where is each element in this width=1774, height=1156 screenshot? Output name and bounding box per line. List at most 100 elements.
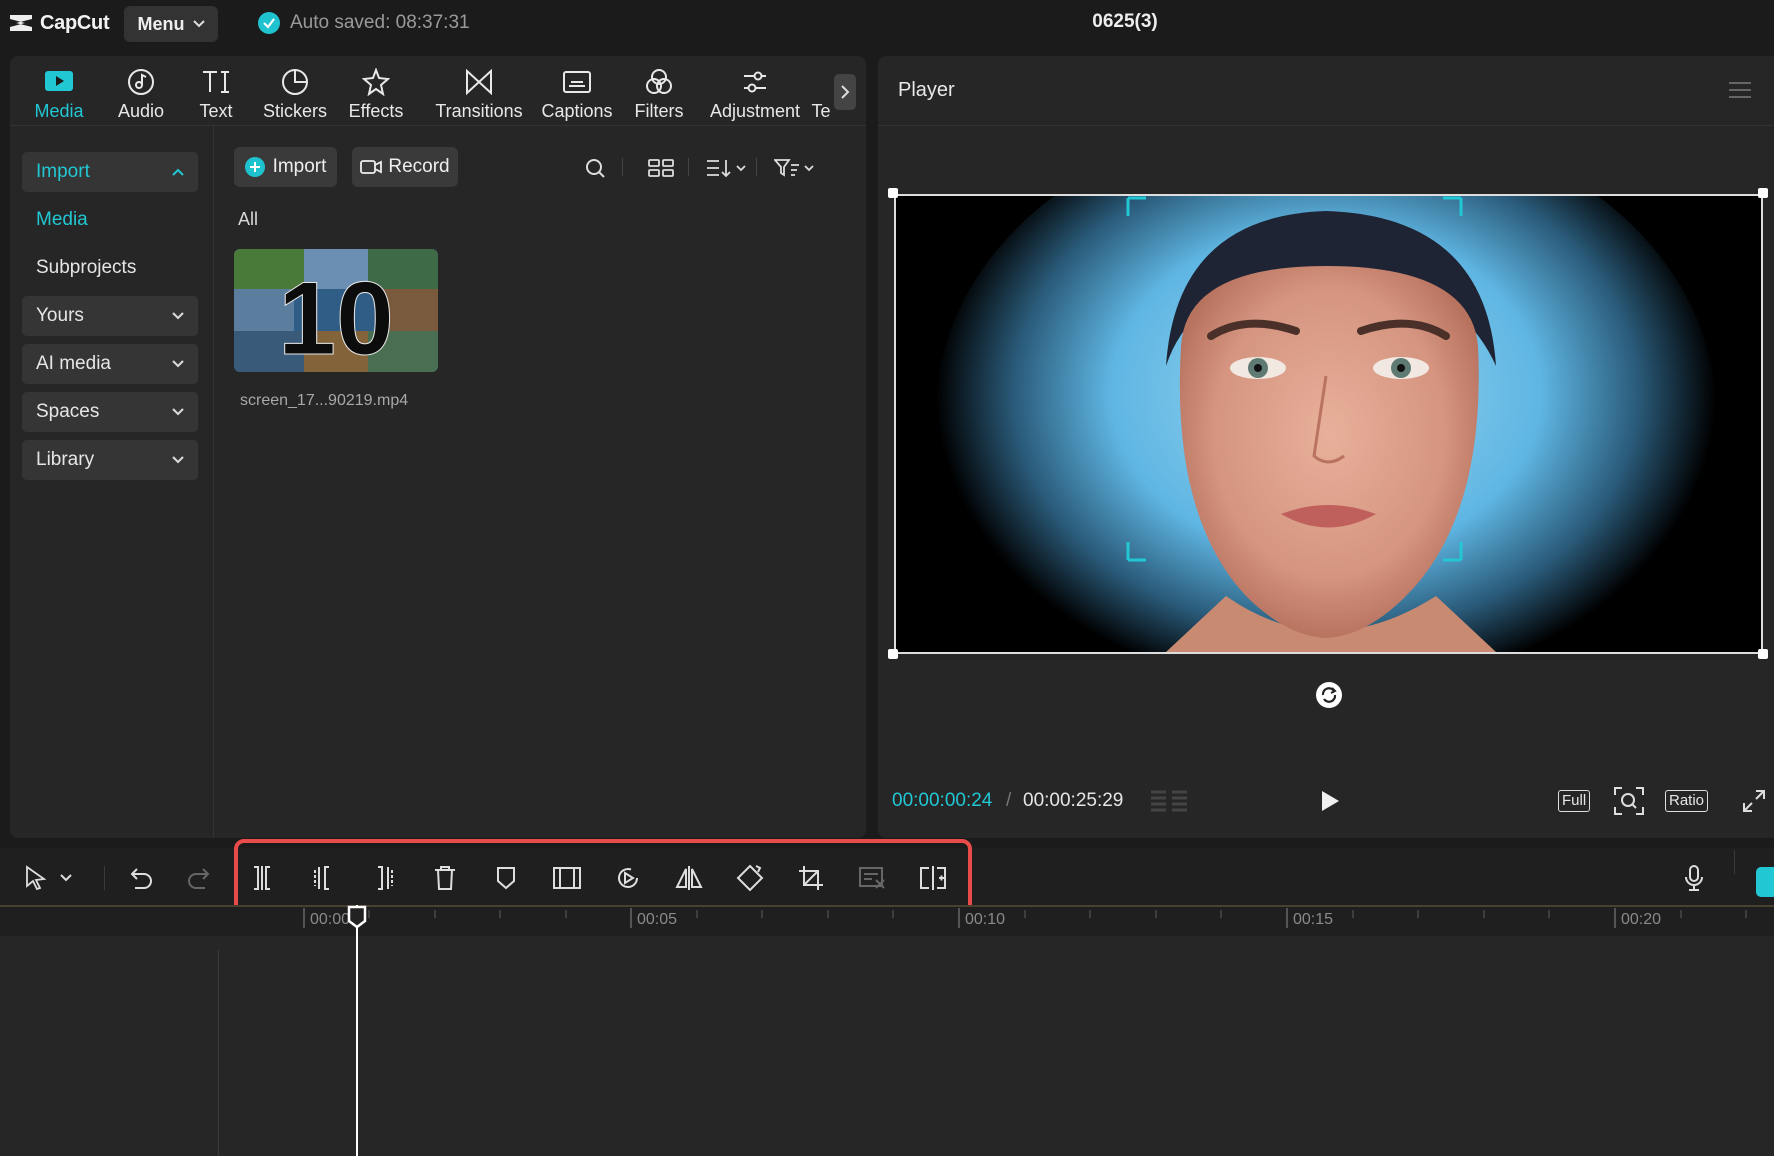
text-icon [203, 71, 229, 93]
preview-video-frame [896, 196, 1761, 652]
preview-canvas[interactable] [894, 194, 1763, 654]
full-quality-button[interactable]: Full [1558, 788, 1591, 814]
fullscreen-button[interactable] [1742, 788, 1766, 814]
tab-adjustment[interactable]: Adjustment [700, 64, 810, 122]
tab-audio[interactable]: Audio [106, 64, 176, 122]
sidebar-item-label: Subprojects [36, 257, 137, 278]
tab-transitions[interactable]: Transitions [430, 64, 528, 122]
sidebar-item-library[interactable]: Library [22, 440, 198, 480]
transitions-icon [466, 69, 492, 95]
resize-handle-bottom-right[interactable] [1758, 649, 1768, 659]
tab-effects[interactable]: Effects [344, 64, 408, 122]
timecode-mode-button[interactable] [1150, 788, 1188, 814]
autosave-status: Auto saved: 08:37:31 [258, 11, 470, 35]
player-header [878, 56, 1774, 126]
play-button[interactable] [1320, 790, 1340, 812]
grid-view-icon [648, 159, 674, 177]
tab-captions[interactable]: Captions [534, 64, 620, 122]
divider [622, 158, 623, 176]
autosave-text: Auto saved: 08:37:31 [290, 12, 470, 33]
plus-icon [244, 157, 265, 177]
redo-icon [188, 868, 210, 889]
tab-label: Transitions [435, 101, 523, 121]
sidebar-item-subprojects[interactable]: Subprojects [22, 248, 198, 288]
player-menu-button[interactable] [1728, 80, 1752, 100]
tab-label: Audio [117, 101, 165, 121]
audio-icon [128, 69, 154, 95]
ruler-label: 00:05 [637, 911, 678, 928]
filters-icon [646, 69, 672, 94]
tab-truncated[interactable]: Te [810, 64, 832, 122]
sidebar-item-label: Spaces [36, 401, 100, 422]
tab-label: Filters [634, 101, 684, 121]
current-timecode: 00:00:00:24 [892, 790, 993, 811]
resize-handle-top-left[interactable] [888, 188, 898, 198]
app-name: CapCut [40, 11, 110, 34]
ruler-ticks [303, 908, 1747, 928]
total-timecode: 00:00:25:29 [1023, 790, 1124, 811]
tool-tabs: Media Audio Text Stickers Effects Transi… [10, 56, 866, 126]
redo-button[interactable] [182, 860, 218, 896]
player-title: Player [898, 79, 955, 101]
playhead-handle[interactable] [347, 905, 367, 929]
import-button[interactable]: Import [234, 147, 337, 187]
view-mode-button[interactable] [648, 156, 674, 180]
rotate-handle[interactable] [1315, 681, 1343, 709]
record-button[interactable]: Record [352, 147, 458, 187]
play-icon [1322, 791, 1339, 811]
tab-stickers[interactable]: Stickers [258, 64, 332, 122]
media-icon [45, 71, 73, 91]
resize-handle-bottom-left[interactable] [888, 649, 898, 659]
tab-media[interactable]: Media [24, 64, 94, 122]
chevron-down-icon [172, 408, 184, 416]
divider [104, 866, 105, 890]
project-title[interactable]: 0625(3) [1040, 11, 1210, 33]
zoom-button[interactable] [1614, 787, 1644, 815]
sidebar-item-import[interactable]: Import [22, 152, 198, 192]
chevron-down-icon [172, 456, 184, 464]
camera-icon [360, 160, 383, 174]
hamburger-menu-icon [1729, 82, 1751, 98]
chevron-down-icon [192, 20, 205, 28]
rotate-icon [1316, 682, 1342, 708]
resize-handle-top-right[interactable] [1758, 188, 1768, 198]
sidebar-item-label: Yours [36, 305, 84, 326]
sidebar-item-spaces[interactable]: Spaces [22, 392, 198, 432]
sidebar-item-ai-media[interactable]: AI media [22, 344, 198, 384]
main-track-toggle[interactable] [1756, 867, 1774, 897]
divider [1734, 850, 1735, 874]
playhead-line[interactable] [356, 905, 358, 1156]
chevron-up-icon [172, 168, 184, 176]
menu-label: Menu [137, 13, 185, 34]
ruler-label: 00:15 [1293, 911, 1334, 928]
thumb-overlay-text: 10 [278, 261, 394, 372]
track-header-divider [218, 950, 219, 1156]
timeline-tracks-area[interactable] [0, 936, 1774, 1156]
tab-label: Adjustment [709, 101, 801, 121]
ruler-label: 00:10 [965, 911, 1006, 928]
timecode-separator: / [1006, 790, 1012, 811]
tab-filters[interactable]: Filters [624, 64, 694, 122]
sort-button[interactable] [706, 156, 746, 180]
capcut-logo-icon [10, 15, 32, 31]
tab-text[interactable]: Text [186, 64, 246, 122]
sidebar-item-media[interactable]: Media [22, 200, 198, 240]
filter-button[interactable] [774, 156, 814, 180]
record-voiceover-button[interactable] [1676, 860, 1712, 896]
tabs-scroll-right-button[interactable] [834, 74, 856, 110]
select-tool-dropdown[interactable] [56, 860, 76, 896]
media-thumbnail[interactable]: 10 [234, 249, 438, 372]
sidebar-item-yours[interactable]: Yours [22, 296, 198, 336]
side-nav: Import Media Subprojects Yours AI media … [10, 126, 214, 838]
sidebar-item-label: Media [36, 209, 88, 230]
menu-button[interactable]: Menu [124, 6, 218, 42]
tab-label: Stickers [262, 101, 327, 121]
filter-icon [774, 159, 799, 177]
ratio-button[interactable]: Ratio [1665, 788, 1709, 814]
filter-all-label[interactable]: All [238, 209, 258, 230]
undo-icon [130, 868, 152, 889]
adjustment-icon [744, 71, 766, 93]
select-tool-button[interactable] [18, 860, 54, 896]
search-button[interactable] [584, 156, 606, 180]
undo-button[interactable] [122, 860, 158, 896]
